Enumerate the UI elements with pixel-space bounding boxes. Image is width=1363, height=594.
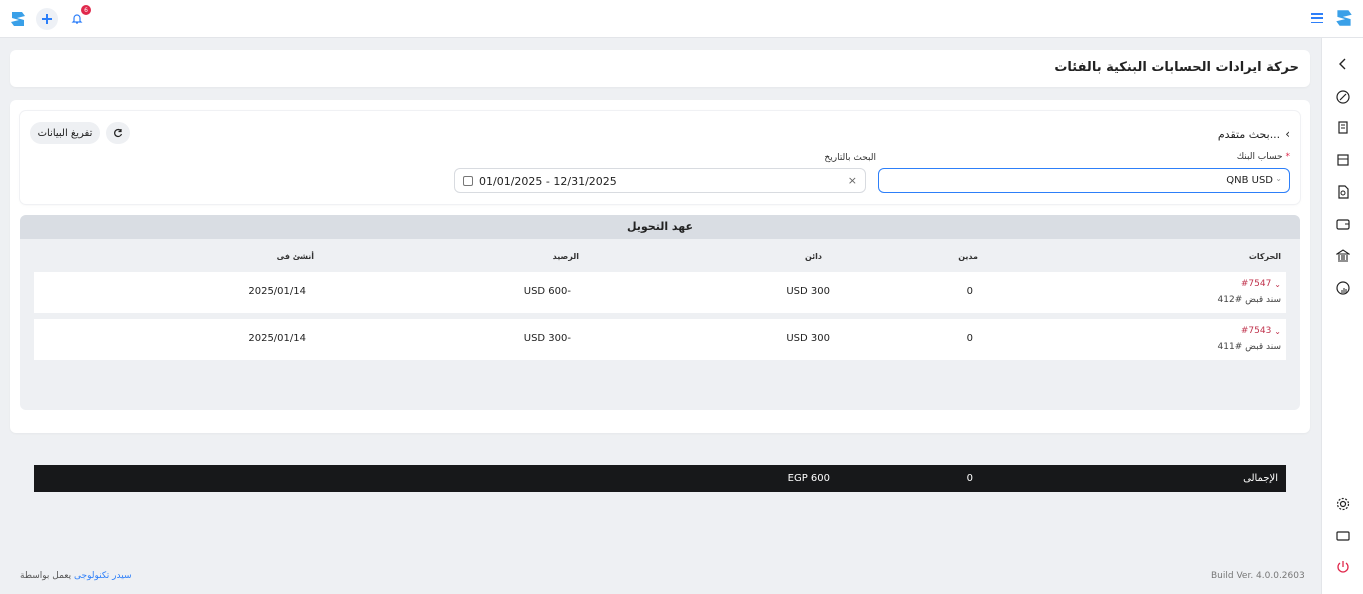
plus-icon bbox=[42, 14, 52, 24]
chevron-left-icon[interactable] bbox=[1335, 56, 1351, 72]
credit-cell: USD 300 bbox=[786, 286, 830, 297]
report-chart-icon[interactable] bbox=[1335, 280, 1351, 296]
invoice-icon[interactable] bbox=[1335, 120, 1351, 136]
title-card: حركة ايرادات الحسابات البنكية بالفئات bbox=[10, 50, 1310, 87]
table-row[interactable]: #7543 ⌄ سند قبض #411 0 USD 300 USD 300- … bbox=[34, 319, 1286, 360]
ref-number: #7543 bbox=[1240, 326, 1272, 336]
add-button[interactable] bbox=[36, 8, 58, 30]
bank-icon[interactable] bbox=[1335, 248, 1351, 264]
refresh-button[interactable] bbox=[106, 122, 130, 144]
date-cell: 2025/01/14 bbox=[248, 333, 306, 344]
header-debit: مدين bbox=[958, 252, 978, 261]
ref-number: #7547 bbox=[1240, 279, 1272, 289]
chevron-down-icon: ⌄ bbox=[1275, 174, 1282, 183]
clear-data-button[interactable]: تفريغ البيانات bbox=[30, 122, 100, 144]
powered-by-prefix: يعمل بواسطة bbox=[20, 571, 72, 581]
notifications-button[interactable]: 6 bbox=[66, 5, 91, 30]
bell-icon bbox=[71, 14, 83, 24]
clear-date-icon[interactable]: × bbox=[848, 174, 857, 187]
refresh-icon bbox=[114, 128, 123, 138]
credit-cell: USD 300 bbox=[786, 333, 830, 344]
right-sidebar bbox=[1321, 38, 1363, 594]
section-title: عهد التحويل bbox=[20, 215, 1300, 239]
settings-icon[interactable] bbox=[1335, 496, 1351, 512]
power-icon[interactable] bbox=[1335, 559, 1351, 575]
transfer-section: عهد التحويل الحركات مدين دائن الرصيد أنش… bbox=[20, 215, 1300, 492]
date-cell: 2025/01/14 bbox=[248, 286, 306, 297]
powered-by: سيدر تكنولوجى يعمل بواسطة bbox=[20, 571, 132, 581]
balance-cell: USD 300- bbox=[523, 333, 571, 344]
debit-cell: 0 bbox=[966, 333, 973, 344]
calendar-icon bbox=[463, 176, 473, 186]
bank-account-select[interactable]: QNB USD ⌄ bbox=[878, 168, 1290, 193]
date-range-value: 01/01/2025 - 12/31/2025 bbox=[479, 175, 617, 188]
hamburger-icon[interactable] bbox=[1311, 13, 1323, 23]
movement-ref-link[interactable]: #7547 ⌄ bbox=[1241, 279, 1281, 289]
build-version: Build Ver. 4.0.0.2603 bbox=[1211, 571, 1305, 581]
total-credit: EGP 600 bbox=[787, 473, 830, 484]
main-card: بحث متقدم... ‹ تفريغ البيانات حساب البنك… bbox=[10, 100, 1310, 492]
total-row: الإجمالى 0 EGP 600 bbox=[34, 465, 1286, 492]
receipt-voucher: سند قبض #412 bbox=[1217, 295, 1281, 305]
bank-account-value: QNB USD bbox=[1226, 175, 1273, 186]
wallet-icon[interactable] bbox=[1335, 216, 1351, 232]
balance-cell: USD 600- bbox=[523, 286, 571, 297]
debit-cell: 0 bbox=[966, 286, 973, 297]
filter-panel: بحث متقدم... ‹ تفريغ البيانات حساب البنك… bbox=[20, 111, 1300, 204]
document-search-icon[interactable] bbox=[1335, 184, 1351, 200]
chevron-left-icon: ‹ bbox=[1285, 127, 1290, 141]
bank-label-text: حساب البنك bbox=[1236, 152, 1283, 162]
brand-logo-icon[interactable] bbox=[1333, 7, 1355, 29]
table-row[interactable]: #7547 ⌄ سند قبض #412 0 USD 300 USD 600- … bbox=[34, 272, 1286, 313]
app-logo-icon[interactable] bbox=[8, 9, 28, 29]
top-bar: 6 bbox=[0, 0, 1363, 38]
header-movements: الحركات bbox=[1248, 252, 1281, 261]
date-search-label: البحث بالتاريخ bbox=[824, 153, 876, 163]
total-debit: 0 bbox=[966, 473, 973, 484]
header-credit: دائن bbox=[804, 252, 822, 261]
advanced-search-label: بحث متقدم... bbox=[1217, 127, 1281, 141]
header-created: أنشئ فى bbox=[276, 252, 314, 261]
cash-register-icon[interactable] bbox=[1335, 152, 1351, 168]
receipt-voucher: سند قبض #411 bbox=[1217, 342, 1281, 352]
chevron-down-icon: ⌄ bbox=[1274, 326, 1281, 336]
movement-ref-link[interactable]: #7543 ⌄ bbox=[1241, 326, 1281, 336]
notification-badge: 6 bbox=[81, 5, 91, 15]
chevron-down-icon: ⌄ bbox=[1274, 279, 1281, 289]
dashboard-icon[interactable] bbox=[1335, 89, 1351, 105]
advanced-search-toggle[interactable]: بحث متقدم... ‹ bbox=[1218, 127, 1290, 141]
total-label: الإجمالى bbox=[1243, 473, 1278, 484]
page-title: حركة ايرادات الحسابات البنكية بالفئات bbox=[1054, 60, 1299, 75]
screen-icon[interactable] bbox=[1335, 528, 1351, 544]
header-balance: الرصيد bbox=[552, 252, 579, 261]
required-mark: * bbox=[1285, 152, 1291, 162]
bank-account-label: حساب البنك * bbox=[1237, 152, 1290, 162]
powered-by-link[interactable]: سيدر تكنولوجى bbox=[74, 571, 132, 581]
date-range-input[interactable]: 01/01/2025 - 12/31/2025 × bbox=[454, 168, 866, 193]
